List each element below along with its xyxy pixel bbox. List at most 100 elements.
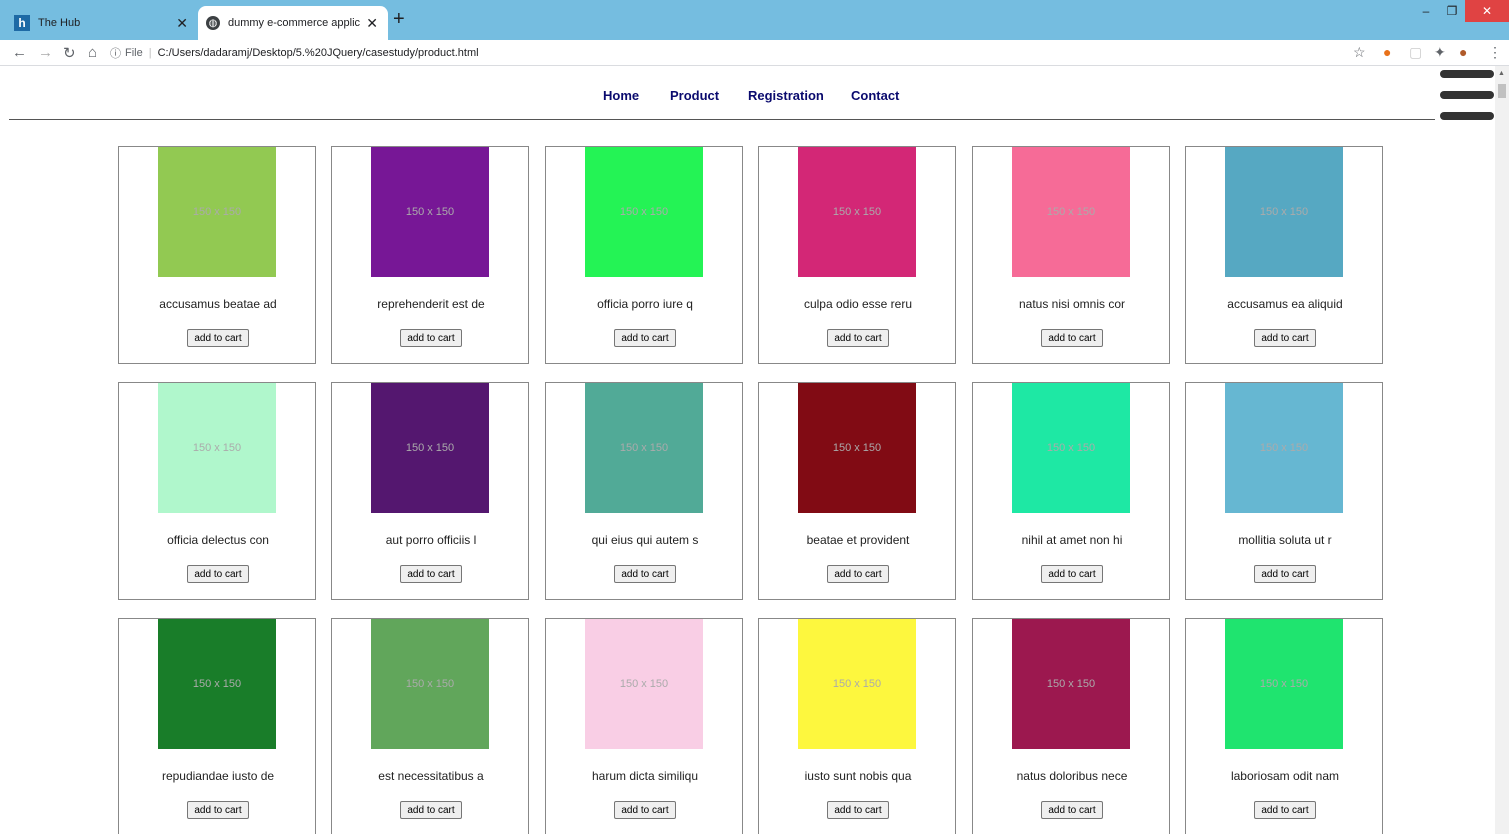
omnibox-separator: | [148,47,152,59]
window-close-icon[interactable]: ✕ [1465,0,1509,22]
product-card: 150 x 150 iusto sunt nobis qua add to cart [758,618,956,834]
hamburger-menu-icon[interactable] [1440,70,1494,133]
product-card: 150 x 150 officia delectus con add to cart [118,382,316,600]
add-to-cart-button[interactable]: add to cart [1254,329,1316,347]
product-name: natus nisi omnis cor [1018,297,1126,311]
product-card: 150 x 150 natus nisi omnis cor add to cart [972,146,1170,364]
scroll-up-icon[interactable]: ▲ [1498,70,1505,77]
product-card: 150 x 150 mollitia soluta ut r add to cart [1185,382,1383,600]
nav-contact[interactable]: Contact [851,88,899,103]
add-to-cart-button[interactable]: add to cart [1041,565,1103,583]
avatar[interactable]: ● [1459,44,1467,60]
tab-the-hub[interactable]: h The Hub ✕ [6,6,198,40]
page-scrollbar[interactable]: ▲ [1495,66,1509,834]
product-card: 150 x 150 natus doloribus nece add to cart [972,618,1170,834]
add-to-cart-button[interactable]: add to cart [614,801,676,819]
product-image: 150 x 150 [798,619,916,749]
product-name: natus doloribus nece [1016,769,1128,783]
product-image: 150 x 150 [158,147,276,277]
product-name: reprehenderit est de [377,297,485,311]
window-controls: – ❐ ✕ [1413,0,1509,22]
add-to-cart-button[interactable]: add to cart [1254,801,1316,819]
add-to-cart-button[interactable]: add to cart [1041,329,1103,347]
extension-square-icon[interactable]: ▢ [1409,44,1422,61]
scroll-thumb[interactable] [1498,84,1506,98]
product-image: 150 x 150 [798,383,916,513]
forward-arrow-icon[interactable]: → [38,44,53,61]
product-name: qui eius qui autem s [591,533,699,547]
product-card: 150 x 150 repudiandae iusto de add to cart [118,618,316,834]
product-image: 150 x 150 [371,619,489,749]
product-card: 150 x 150 harum dicta similiqu add to cart [545,618,743,834]
add-to-cart-button[interactable]: add to cart [400,801,462,819]
product-card: 150 x 150 accusamus beatae ad add to cart [118,146,316,364]
add-to-cart-button[interactable]: add to cart [187,801,249,819]
product-image: 150 x 150 [585,383,703,513]
product-image: 150 x 150 [1225,147,1343,277]
back-arrow-icon[interactable]: ← [12,44,27,61]
add-to-cart-button[interactable]: add to cart [1041,801,1103,819]
browser-title-bar: h The Hub ✕ ◍ dummy e-commerce applicati… [0,0,1509,40]
product-name: culpa odio esse reru [803,297,913,311]
address-bar[interactable]: ⓘ File | C:/Users/dadaramj/Desktop/5.%20… [110,43,479,63]
site-nav: Home Product Registration Contact [0,88,1500,110]
add-to-cart-button[interactable]: add to cart [614,329,676,347]
product-image: 150 x 150 [798,147,916,277]
product-card: 150 x 150 culpa odio esse reru add to cart [758,146,956,364]
product-image: 150 x 150 [1012,383,1130,513]
kebab-menu-icon[interactable]: ⋮ [1488,44,1502,61]
add-to-cart-button[interactable]: add to cart [827,565,889,583]
home-icon[interactable]: ⌂ [88,44,97,61]
product-image: 150 x 150 [158,383,276,513]
reload-icon[interactable]: ↻ [63,44,76,62]
product-image: 150 x 150 [1225,383,1343,513]
product-image: 150 x 150 [585,619,703,749]
product-card: 150 x 150 officia porro iure q add to cart [545,146,743,364]
product-card: 150 x 150 accusamus ea aliquid add to cart [1185,146,1383,364]
product-card: 150 x 150 laboriosam odit nam add to cart [1185,618,1383,834]
product-card: 150 x 150 aut porro officiis l add to cart [331,382,529,600]
product-image: 150 x 150 [1225,619,1343,749]
add-to-cart-button[interactable]: add to cart [400,565,462,583]
product-name: officia delectus con [167,533,269,547]
product-image: 150 x 150 [585,147,703,277]
restore-icon[interactable]: ❐ [1439,0,1465,22]
product-image: 150 x 150 [371,383,489,513]
puzzle-icon[interactable]: ✦ [1434,44,1446,61]
close-icon[interactable]: ✕ [176,15,188,32]
star-icon[interactable]: ☆ [1353,44,1366,61]
new-tab-button[interactable]: + [393,8,405,31]
add-to-cart-button[interactable]: add to cart [400,329,462,347]
product-image: 150 x 150 [1012,147,1130,277]
minimize-icon[interactable]: – [1413,0,1439,22]
nav-registration[interactable]: Registration [748,88,824,103]
nav-product[interactable]: Product [670,88,719,103]
product-card: 150 x 150 reprehenderit est de add to cart [331,146,529,364]
product-image: 150 x 150 [158,619,276,749]
nav-home[interactable]: Home [603,88,639,103]
add-to-cart-button[interactable]: add to cart [187,329,249,347]
product-name: officia porro iure q [597,297,693,311]
tab-dummy-ecommerce[interactable]: ◍ dummy e-commerce application ✕ [198,6,388,40]
product-name: laboriosam odit nam [1230,769,1340,783]
extension-red-icon[interactable]: ● [1383,44,1391,60]
h-logo-icon: h [14,15,30,31]
product-name: aut porro officiis l [385,533,477,547]
url-text[interactable]: C:/Users/dadaramj/Desktop/5.%20JQuery/ca… [158,47,479,59]
add-to-cart-button[interactable]: add to cart [187,565,249,583]
product-image: 150 x 150 [1012,619,1130,749]
browser-toolbar: ← → ↻ ⌂ ⓘ File | C:/Users/dadaramj/Deskt… [0,40,1509,66]
product-name: mollitia soluta ut r [1238,533,1332,547]
nav-divider [9,119,1435,120]
add-to-cart-button[interactable]: add to cart [827,801,889,819]
scheme-label: File [125,47,143,59]
product-card: 150 x 150 nihil at amet non hi add to cart [972,382,1170,600]
product-card: 150 x 150 beatae et provident add to cart [758,382,956,600]
add-to-cart-button[interactable]: add to cart [1254,565,1316,583]
close-icon[interactable]: ✕ [366,15,378,32]
tab-title: dummy e-commerce application [228,17,361,29]
add-to-cart-button[interactable]: add to cart [827,329,889,347]
product-name: harum dicta similiqu [591,769,699,783]
add-to-cart-button[interactable]: add to cart [614,565,676,583]
info-icon[interactable]: ⓘ [110,45,121,61]
